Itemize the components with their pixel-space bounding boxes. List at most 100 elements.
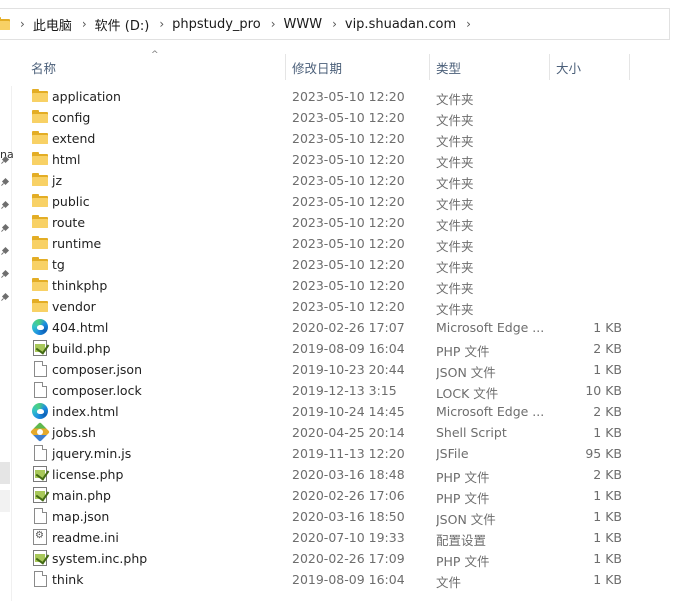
chevron-right-icon[interactable]: › <box>261 17 284 31</box>
pin-icon[interactable] <box>1 248 9 256</box>
file-row[interactable]: config 2023-05-10 12:20 文件夹 <box>11 107 678 128</box>
column-divider[interactable] <box>285 54 286 80</box>
column-date-modified[interactable]: 修改日期 <box>292 58 342 77</box>
file-name: 404.html <box>52 320 109 335</box>
column-name[interactable]: 名称 <box>31 58 56 77</box>
file-size: 1 KB <box>593 362 622 377</box>
chevron-right-icon[interactable]: › <box>10 17 33 31</box>
file-name: jobs.sh <box>52 425 96 440</box>
file-name: config <box>52 110 91 125</box>
file-row[interactable]: composer.lock 2019-12-13 3:15 LOCK 文件 10 KB <box>11 380 678 401</box>
folder-icon <box>0 16 10 32</box>
file-type: 文件夹 <box>436 155 474 170</box>
breadcrumb-drive-d[interactable]: 软件 (D:) <box>95 15 150 34</box>
file-row[interactable]: index.html 2019-10-24 14:45 Microsoft Edge… <box>11 401 678 422</box>
file-name: readme.ini <box>52 530 119 545</box>
file-row[interactable]: html 2023-05-10 12:20 文件夹 <box>11 149 678 170</box>
file-type: 文件夹 <box>436 281 474 296</box>
folder-icon <box>32 172 48 188</box>
file-name: composer.json <box>52 362 143 377</box>
file-name: thinkphp <box>52 278 108 293</box>
folder-icon <box>32 88 48 104</box>
php-file-icon <box>33 550 47 566</box>
file-row[interactable]: jquery.min.js 2019-11-13 12:20 JSFile 95 KB <box>11 443 678 464</box>
file-row[interactable]: map.json 2020-03-16 18:50 JSON 文件 1 KB <box>11 506 678 527</box>
file-date-modified: 2023-05-10 12:20 <box>292 110 405 125</box>
folder-icon <box>32 130 48 146</box>
file-type: 配置设置 <box>436 533 487 548</box>
column-divider[interactable] <box>549 54 550 80</box>
file-row[interactable]: composer.json 2019-10-23 20:44 JSON 文件 1 KB <box>11 359 678 380</box>
file-date-modified: 2019-08-09 16:04 <box>292 572 405 587</box>
breadcrumb[interactable]: › 此电脑 › 软件 (D:) › phpstudy_pro › WWW › v… <box>0 8 670 40</box>
file-name: runtime <box>52 236 102 251</box>
file-date-modified: 2023-05-10 12:20 <box>292 173 405 188</box>
file-date-modified: 2019-08-09 16:04 <box>292 341 405 356</box>
breadcrumb-phpstudy-pro[interactable]: phpstudy_pro <box>172 17 261 32</box>
breadcrumb-vip-shuadan[interactable]: vip.shuadan.com <box>345 17 456 32</box>
file-row[interactable]: think 2019-08-09 16:04 文件 1 KB <box>11 569 678 590</box>
file-size: 1 KB <box>593 551 622 566</box>
file-row[interactable]: tg 2023-05-10 12:20 文件夹 <box>11 254 678 275</box>
file-row[interactable]: application 2023-05-10 12:20 文件夹 <box>11 86 678 107</box>
pin-icon[interactable] <box>1 179 9 187</box>
pin-icon[interactable] <box>1 271 9 279</box>
php-file-icon <box>33 466 47 482</box>
file-row[interactable]: jobs.sh 2020-04-25 20:14 Shell Script 1 KB <box>11 422 678 443</box>
chevron-right-icon[interactable]: › <box>322 17 345 31</box>
file-date-modified: 2023-05-10 12:20 <box>292 131 405 146</box>
file-row[interactable]: 404.html 2020-02-26 17:07 Microsoft Edge .… <box>11 317 678 338</box>
file-row[interactable]: extend 2023-05-10 12:20 文件夹 <box>11 128 678 149</box>
file-type: 文件夹 <box>436 302 474 317</box>
file-size: 1 KB <box>593 572 622 587</box>
edge-icon <box>32 403 48 419</box>
file-name: map.json <box>52 509 110 524</box>
file-row[interactable]: system.inc.php 2020-02-26 17:09 PHP 文件 1 KB <box>11 548 678 569</box>
sort-ascending-icon: ^ <box>151 50 159 60</box>
nav-item[interactable] <box>0 490 10 512</box>
file-date-modified: 2020-02-26 17:09 <box>292 551 405 566</box>
column-size[interactable]: 大小 <box>556 58 581 77</box>
edge-icon <box>32 319 48 335</box>
pin-icon[interactable] <box>1 202 9 210</box>
file-name: tg <box>52 257 65 272</box>
file-name: route <box>52 215 86 230</box>
file-size: 2 KB <box>593 341 622 356</box>
file-row[interactable]: readme.ini 2020-07-10 19:33 配置设置 1 KB <box>11 527 678 548</box>
file-row[interactable]: vendor 2023-05-10 12:20 文件夹 <box>11 296 678 317</box>
chevron-right-icon[interactable]: › <box>72 17 95 31</box>
file-row[interactable]: thinkphp 2023-05-10 12:20 文件夹 <box>11 275 678 296</box>
file-type: PHP 文件 <box>436 554 490 569</box>
file-row[interactable]: route 2023-05-10 12:20 文件夹 <box>11 212 678 233</box>
chevron-right-icon[interactable]: › <box>456 17 479 31</box>
nav-item-selected[interactable] <box>0 462 10 484</box>
file-name: jz <box>52 173 63 188</box>
column-divider[interactable] <box>429 54 430 80</box>
address-bar: › 此电脑 › 软件 (D:) › phpstudy_pro › WWW › v… <box>0 0 678 45</box>
column-divider[interactable] <box>629 54 630 80</box>
file-date-modified: 2020-02-26 17:07 <box>292 320 405 335</box>
file-row[interactable]: license.php 2020-03-16 18:48 PHP 文件 2 KB <box>11 464 678 485</box>
pin-icon[interactable] <box>1 157 9 165</box>
pin-icon[interactable] <box>1 294 9 302</box>
file-row[interactable]: runtime 2023-05-10 12:20 文件夹 <box>11 233 678 254</box>
breadcrumb-www[interactable]: WWW <box>284 17 323 32</box>
column-type[interactable]: 类型 <box>436 58 461 77</box>
file-icon <box>34 508 47 524</box>
file-date-modified: 2019-12-13 3:15 <box>292 383 397 398</box>
file-type: 文件夹 <box>436 218 474 233</box>
folder-icon <box>32 256 48 272</box>
pin-icon[interactable] <box>1 225 9 233</box>
file-row[interactable]: main.php 2020-02-26 17:06 PHP 文件 1 KB <box>11 485 678 506</box>
file-row[interactable]: public 2023-05-10 12:20 文件夹 <box>11 191 678 212</box>
chevron-right-icon[interactable]: › <box>149 17 172 31</box>
file-date-modified: 2023-05-10 12:20 <box>292 236 405 251</box>
file-row[interactable]: jz 2023-05-10 12:20 文件夹 <box>11 170 678 191</box>
file-row[interactable]: build.php 2019-08-09 16:04 PHP 文件 2 KB <box>11 338 678 359</box>
file-name: extend <box>52 131 96 146</box>
file-name: think <box>52 572 84 587</box>
file-date-modified: 2023-05-10 12:20 <box>292 257 405 272</box>
file-name: build.php <box>52 341 111 356</box>
breadcrumb-this-pc[interactable]: 此电脑 <box>33 15 72 34</box>
file-name: index.html <box>52 404 119 419</box>
